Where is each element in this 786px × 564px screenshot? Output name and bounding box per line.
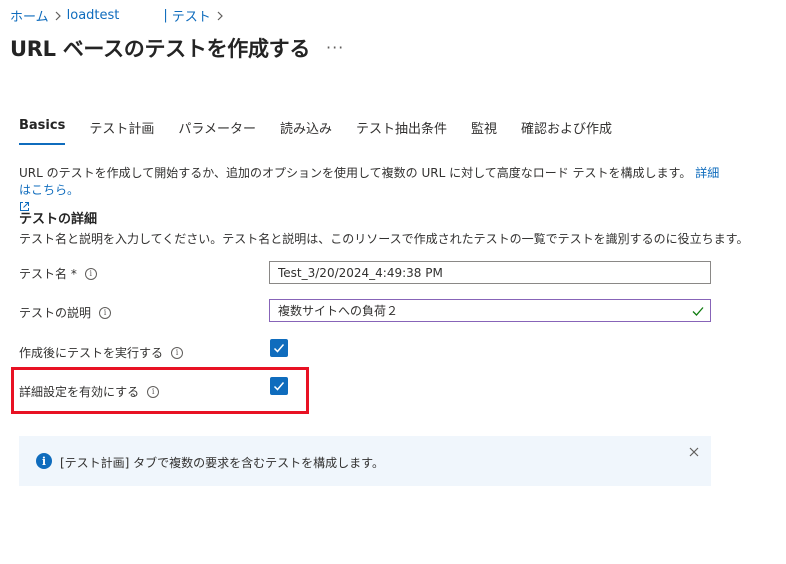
intro-text: URL のテストを作成して開始するか、追加のオプションを使用して複数の URL … — [19, 165, 729, 217]
more-options-button[interactable]: ··· — [326, 38, 344, 57]
section-description: テスト名と説明を入力してください。テスト名と説明は、このリソースで作成されたテス… — [19, 232, 749, 246]
highlight-annotation — [11, 367, 309, 414]
tab-load[interactable]: 読み込み — [280, 118, 332, 145]
tab-test-plan[interactable]: テスト計画 — [89, 118, 154, 145]
chevron-right-icon — [54, 11, 62, 21]
tab-test-criteria[interactable]: テスト抽出条件 — [356, 118, 447, 145]
info-banner: i [テスト計画] タブで複数の要求を含むテストを構成します。 — [19, 436, 711, 486]
breadcrumb-home[interactable]: ホーム — [10, 6, 49, 25]
info-icon[interactable]: i — [84, 267, 97, 280]
tab-basics[interactable]: Basics — [19, 118, 66, 145]
test-description-input[interactable] — [269, 299, 711, 322]
tab-monitoring[interactable]: 監視 — [471, 118, 497, 145]
breadcrumb-resource[interactable]: loadtest — [67, 8, 120, 23]
test-name-label-row: テスト名 * i — [19, 265, 97, 282]
run-after-create-label: 作成後にテストを実行する — [19, 346, 164, 360]
chevron-right-icon — [216, 11, 224, 21]
tab-parameters[interactable]: パラメーター — [178, 118, 256, 145]
info-icon[interactable]: i — [171, 346, 184, 359]
close-icon[interactable] — [687, 445, 701, 459]
checkmark-icon — [273, 344, 285, 353]
test-desc-label: テストの説明 — [19, 306, 92, 320]
test-name-input[interactable] — [269, 261, 711, 284]
breadcrumb-current[interactable]: テスト — [172, 6, 211, 25]
banner-message: [テスト計画] タブで複数の要求を含むテストを構成します。 — [60, 456, 384, 470]
page-title: URL ベースのテストを作成する — [10, 37, 311, 61]
intro-description: URL のテストを作成して開始するか、追加のオプションを使用して複数の URL … — [19, 166, 692, 180]
run-after-create-checkbox[interactable] — [270, 339, 288, 357]
tab-review-create[interactable]: 確認および作成 — [521, 118, 612, 145]
info-icon: i — [36, 453, 52, 469]
info-icon[interactable]: i — [99, 306, 112, 319]
section-title: テストの詳細 — [19, 212, 98, 227]
valid-check-icon — [692, 307, 704, 316]
breadcrumb: ホーム loadtest | テスト — [10, 6, 229, 25]
test-desc-label-row: テストの説明 i — [19, 304, 112, 321]
tab-bar: Basics テスト計画 パラメーター 読み込み テスト抽出条件 監視 確認およ… — [19, 118, 636, 145]
test-name-label: テスト名 * — [19, 267, 77, 281]
run-after-create-label-row: 作成後にテストを実行する i — [19, 344, 184, 361]
